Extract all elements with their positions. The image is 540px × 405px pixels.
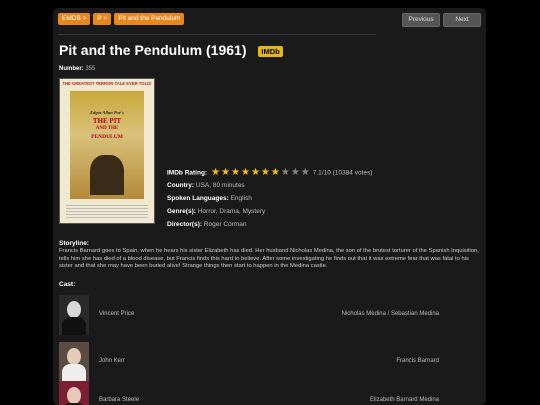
languages-label: Spoken Languages: bbox=[167, 195, 229, 202]
title-divider bbox=[58, 34, 376, 35]
storyline-text: Francis Barnard goes to Spain, when he h… bbox=[59, 248, 479, 269]
movie-poster: THE GREATEST TERROR TALE EVER TOLD! Edga… bbox=[59, 78, 155, 224]
avatar bbox=[59, 381, 89, 405]
avatar-face bbox=[67, 387, 81, 404]
cast-heading: Cast: bbox=[59, 281, 76, 288]
page-title: Pit and the Pendulum (1961) IMDb bbox=[59, 42, 283, 58]
cast-row[interactable]: John Kerr Francis Barnard bbox=[59, 342, 439, 382]
star-icon: ★ bbox=[250, 167, 260, 178]
country-row: Country: USA, 80 minutes bbox=[167, 182, 245, 189]
movie-number: Number: 355 bbox=[59, 66, 95, 72]
previous-button[interactable]: Previous bbox=[402, 13, 440, 27]
directors-row: Director(s): Roger Corman bbox=[167, 221, 247, 228]
poster-title: Edgar Allan Poe's THE PIT AND THE PENDUL… bbox=[78, 109, 136, 141]
avatar bbox=[59, 295, 89, 335]
directors-value: Roger Corman bbox=[203, 221, 247, 228]
rating-label: IMDb Rating: bbox=[167, 169, 208, 177]
poster-title-line: AND THE bbox=[95, 126, 119, 131]
country-value: USA, 80 minutes bbox=[195, 182, 245, 189]
breadcrumb-p[interactable]: P > bbox=[93, 13, 112, 25]
star-icon: ★ bbox=[280, 167, 290, 178]
avatar-face bbox=[67, 348, 81, 365]
number-label: Number: bbox=[59, 66, 84, 72]
poster-author: Edgar Allan Poe's bbox=[90, 110, 124, 115]
breadcrumb-emdb[interactable]: EMDB > bbox=[58, 13, 91, 25]
cast-row[interactable]: Vincent Price Nicholas Medina / Sebastia… bbox=[59, 295, 439, 335]
star-icon: ★ bbox=[270, 167, 280, 178]
next-button[interactable]: Next bbox=[443, 13, 481, 27]
genres-value: Horror, Drama, Mystery bbox=[197, 208, 266, 215]
genres-label: Genre(s): bbox=[167, 208, 196, 215]
cast-actor[interactable]: Barbara Steele bbox=[99, 397, 139, 403]
country-label: Country: bbox=[167, 182, 195, 189]
star-icon: ★ bbox=[240, 167, 250, 178]
cast-row[interactable]: Barbara Steele Elizabeth Barnard Medina bbox=[59, 381, 439, 405]
rating-value: 7.1/10 (10384 votes) bbox=[312, 169, 373, 177]
breadcrumb: EMDB > P > Pit and the Pendulum bbox=[58, 13, 185, 25]
star-icon: ★ bbox=[290, 167, 300, 178]
poster-tagline: THE GREATEST TERROR TALE EVER TOLD! bbox=[62, 81, 152, 86]
avatar-body bbox=[62, 317, 86, 335]
star-icon: ★ bbox=[231, 167, 240, 178]
rating-row: IMDb Rating: ★ ★ ★ ★ ★ ★ ★ ★ ★ ★ 7.1/10 (10384 vote… bbox=[167, 168, 372, 178]
avatar-face bbox=[67, 301, 81, 318]
directors-label: Director(s): bbox=[167, 221, 203, 228]
imdb-link-icon[interactable]: IMDb bbox=[258, 45, 283, 57]
cast-role: Francis Barnard bbox=[396, 358, 439, 364]
breadcrumb-current[interactable]: Pit and the Pendulum bbox=[114, 13, 185, 25]
avatar-body bbox=[62, 364, 86, 382]
poster-credits bbox=[66, 205, 148, 219]
poster-title-line: THE PIT bbox=[92, 117, 122, 125]
movie-title: Pit and the Pendulum (1961) bbox=[59, 42, 247, 58]
poster-title-line: PENDULUM bbox=[91, 134, 123, 140]
number-value: 355 bbox=[85, 66, 96, 72]
languages-value: English bbox=[230, 195, 252, 202]
star-icon: ★ bbox=[260, 167, 270, 178]
movie-panel: EMDB > P > Pit and the Pendulum Previous… bbox=[53, 8, 486, 405]
star-icon: ★ bbox=[300, 167, 310, 178]
pager: Previous Next bbox=[402, 13, 481, 27]
languages-row: Spoken Languages: English bbox=[167, 195, 252, 202]
avatar bbox=[59, 342, 89, 382]
genres-row: Genre(s): Horror, Drama, Mystery bbox=[167, 208, 265, 215]
poster-figure bbox=[90, 155, 124, 195]
star-icon: ★ bbox=[211, 167, 221, 178]
cast-actor[interactable]: Vincent Price bbox=[99, 311, 134, 317]
cast-role: Nicholas Medina / Sebastian Medina bbox=[341, 311, 439, 317]
cast-actor[interactable]: John Kerr bbox=[99, 358, 125, 364]
cast-role: Elizabeth Barnard Medina bbox=[369, 397, 439, 403]
storyline-heading: Storyline: bbox=[59, 240, 89, 247]
rating-stars: ★ ★ ★ ★ ★ ★ ★ ★ ★ ★ bbox=[211, 168, 310, 178]
star-icon: ★ bbox=[221, 167, 231, 178]
